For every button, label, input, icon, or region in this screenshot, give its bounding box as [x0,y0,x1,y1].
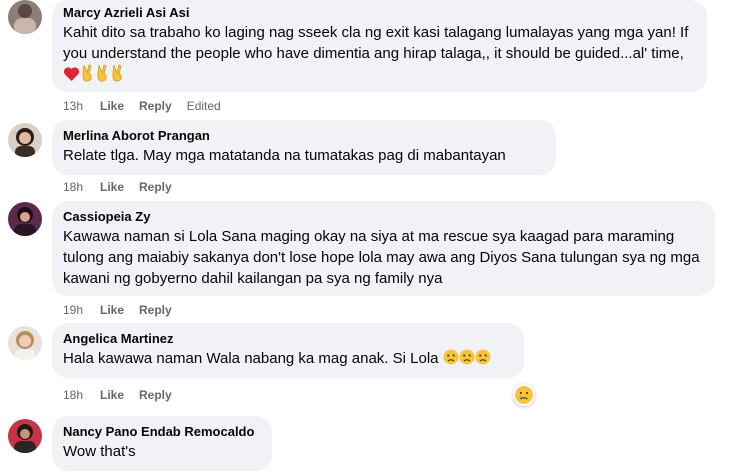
comment-bubble: Cassiopeia Zy Kawawa naman si Lola Sana … [52,201,715,296]
comment-bubble: Marcy Azrieli Asi Asi Kahit dito sa trab… [52,0,707,92]
like-button[interactable]: Like [100,302,124,318]
comment-author[interactable]: Cassiopeia Zy [63,208,703,226]
comment-author[interactable]: Merlina Aborot Prangan [63,127,544,145]
comment-author[interactable]: Angelica Martinez [63,330,512,348]
reply-button[interactable]: Reply [139,302,172,318]
reply-button[interactable]: Reply [139,98,172,114]
comment-bubble: Merlina Aborot Prangan Relate tlga. May … [52,120,556,175]
avatar[interactable] [8,0,42,34]
comment-text: Hala kawawa naman Wala nabang ka mag ana… [63,348,512,371]
reply-button[interactable]: Reply [139,179,172,195]
comment-text: Kawawa naman si Lola Sana maging okay na… [63,228,704,287]
avatar[interactable] [8,202,42,236]
like-button[interactable]: Like [100,387,124,403]
comment-text: Kahit dito sa trabaho ko laging nag ssee… [63,22,695,88]
comment-bubble: Angelica Martinez Hala kawawa naman Wala… [52,323,524,378]
comment-author[interactable]: Nancy Pano Endab Remocaldo [63,423,260,441]
avatar[interactable] [8,419,42,453]
comment-text: Wow that's [63,443,136,460]
sad-face-icon [475,349,491,371]
sad-face-icon [459,349,475,371]
like-button[interactable]: Like [100,179,124,195]
heart-emoji-icon [63,66,80,88]
comment-actions: 18h Like Reply [63,179,187,195]
comment-actions: 18h Like Reply [63,387,187,403]
victory-hand-icon [110,64,125,88]
comment-timestamp[interactable]: 13h [63,98,100,114]
comment-timestamp[interactable]: 19h [63,302,100,318]
reply-button[interactable]: Reply [139,387,172,403]
victory-hand-icon [80,64,95,88]
comment-timestamp[interactable]: 18h [63,179,100,195]
avatar[interactable] [8,326,42,360]
comment-author[interactable]: Marcy Azrieli Asi Asi [63,4,695,22]
edited-label[interactable]: Edited [187,98,221,114]
avatar[interactable] [8,123,42,157]
comment-actions: 13h Like Reply Edited [63,98,221,114]
victory-hand-icon [95,64,110,88]
like-button[interactable]: Like [100,98,124,114]
sad-face-icon [443,349,459,371]
comment-actions: 19h Like Reply [63,302,187,318]
sad-reaction-icon[interactable] [513,384,535,406]
comment-bubble: Nancy Pano Endab Remocaldo Wow that's [52,416,272,471]
comment-timestamp[interactable]: 18h [63,387,100,403]
comment-text: Relate tlga. May mga matatanda na tumata… [63,147,506,164]
